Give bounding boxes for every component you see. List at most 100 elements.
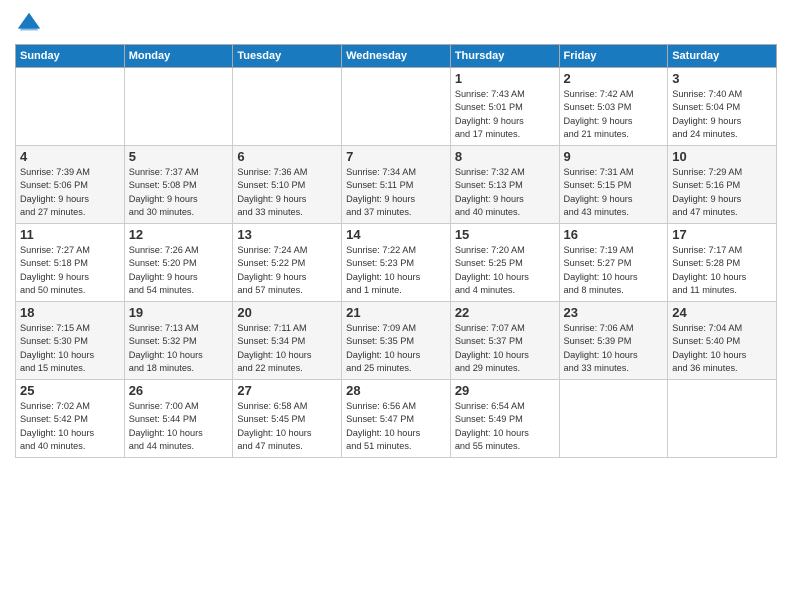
logo-icon bbox=[15, 10, 43, 38]
calendar-cell: 28 Sunrise: 6:56 AM Sunset: 5:47 PM Dayli… bbox=[342, 380, 451, 458]
week-row-5: 25 Sunrise: 7:02 AM Sunset: 5:42 PM Dayli… bbox=[16, 380, 777, 458]
day-number: 10 bbox=[672, 149, 772, 164]
day-info: Sunrise: 7:13 AM Sunset: 5:32 PM Dayligh… bbox=[129, 322, 229, 375]
week-row-2: 4 Sunrise: 7:39 AM Sunset: 5:06 PM Daylig… bbox=[16, 146, 777, 224]
day-number: 6 bbox=[237, 149, 337, 164]
day-number: 12 bbox=[129, 227, 229, 242]
calendar-cell: 26 Sunrise: 7:00 AM Sunset: 5:44 PM Dayli… bbox=[124, 380, 233, 458]
day-info: Sunrise: 7:04 AM Sunset: 5:40 PM Dayligh… bbox=[672, 322, 772, 375]
day-info: Sunrise: 7:40 AM Sunset: 5:04 PM Dayligh… bbox=[672, 88, 772, 141]
calendar-cell: 24 Sunrise: 7:04 AM Sunset: 5:40 PM Dayli… bbox=[668, 302, 777, 380]
day-number: 18 bbox=[20, 305, 120, 320]
calendar-cell: 23 Sunrise: 7:06 AM Sunset: 5:39 PM Dayli… bbox=[559, 302, 668, 380]
day-number: 13 bbox=[237, 227, 337, 242]
day-info: Sunrise: 6:56 AM Sunset: 5:47 PM Dayligh… bbox=[346, 400, 446, 453]
day-number: 22 bbox=[455, 305, 555, 320]
calendar-cell: 7 Sunrise: 7:34 AM Sunset: 5:11 PM Daylig… bbox=[342, 146, 451, 224]
calendar-cell: 5Sunrise: 7:37 AM Sunset: 5:08 PM Daylig… bbox=[124, 146, 233, 224]
calendar-cell: 17 Sunrise: 7:17 AM Sunset: 5:28 PM Dayli… bbox=[668, 224, 777, 302]
calendar-cell: 8Sunrise: 7:32 AM Sunset: 5:13 PM Daylig… bbox=[450, 146, 559, 224]
logo bbox=[15, 10, 47, 38]
day-info: Sunrise: 6:58 AM Sunset: 5:45 PM Dayligh… bbox=[237, 400, 337, 453]
day-number: 16 bbox=[564, 227, 664, 242]
day-number: 11 bbox=[20, 227, 120, 242]
day-info: Sunrise: 7:31 AM Sunset: 5:15 PM Dayligh… bbox=[564, 166, 664, 219]
day-number: 19 bbox=[129, 305, 229, 320]
day-header-friday: Friday bbox=[559, 45, 668, 68]
day-number: 4 bbox=[20, 149, 120, 164]
day-info: Sunrise: 7:11 AM Sunset: 5:34 PM Dayligh… bbox=[237, 322, 337, 375]
day-info: Sunrise: 6:54 AM Sunset: 5:49 PM Dayligh… bbox=[455, 400, 555, 453]
day-number: 21 bbox=[346, 305, 446, 320]
calendar-cell: 18 Sunrise: 7:15 AM Sunset: 5:30 PM Dayli… bbox=[16, 302, 125, 380]
day-info: Sunrise: 7:06 AM Sunset: 5:39 PM Dayligh… bbox=[564, 322, 664, 375]
day-number: 5 bbox=[129, 149, 229, 164]
day-info: Sunrise: 7:29 AM Sunset: 5:16 PM Dayligh… bbox=[672, 166, 772, 219]
day-info: Sunrise: 7:00 AM Sunset: 5:44 PM Dayligh… bbox=[129, 400, 229, 453]
calendar-cell: 22Sunrise: 7:07 AM Sunset: 5:37 PM Dayli… bbox=[450, 302, 559, 380]
day-number: 23 bbox=[564, 305, 664, 320]
day-info: Sunrise: 7:22 AM Sunset: 5:23 PM Dayligh… bbox=[346, 244, 446, 297]
calendar-cell bbox=[559, 380, 668, 458]
day-number: 14 bbox=[346, 227, 446, 242]
calendar-table: SundayMondayTuesdayWednesdayThursdayFrid… bbox=[15, 44, 777, 458]
day-info: Sunrise: 7:02 AM Sunset: 5:42 PM Dayligh… bbox=[20, 400, 120, 453]
calendar-cell: 21 Sunrise: 7:09 AM Sunset: 5:35 PM Dayli… bbox=[342, 302, 451, 380]
calendar-cell: 6 Sunrise: 7:36 AM Sunset: 5:10 PM Daylig… bbox=[233, 146, 342, 224]
day-number: 7 bbox=[346, 149, 446, 164]
day-header-monday: Monday bbox=[124, 45, 233, 68]
header-row: SundayMondayTuesdayWednesdayThursdayFrid… bbox=[16, 45, 777, 68]
calendar-cell: 1Sunrise: 7:43 AM Sunset: 5:01 PM Daylig… bbox=[450, 68, 559, 146]
day-info: Sunrise: 7:43 AM Sunset: 5:01 PM Dayligh… bbox=[455, 88, 555, 141]
day-info: Sunrise: 7:19 AM Sunset: 5:27 PM Dayligh… bbox=[564, 244, 664, 297]
day-header-thursday: Thursday bbox=[450, 45, 559, 68]
day-number: 24 bbox=[672, 305, 772, 320]
calendar-cell: 9 Sunrise: 7:31 AM Sunset: 5:15 PM Daylig… bbox=[559, 146, 668, 224]
day-info: Sunrise: 7:27 AM Sunset: 5:18 PM Dayligh… bbox=[20, 244, 120, 297]
calendar-cell: 19 Sunrise: 7:13 AM Sunset: 5:32 PM Dayli… bbox=[124, 302, 233, 380]
calendar-cell bbox=[668, 380, 777, 458]
day-info: Sunrise: 7:32 AM Sunset: 5:13 PM Dayligh… bbox=[455, 166, 555, 219]
day-info: Sunrise: 7:42 AM Sunset: 5:03 PM Dayligh… bbox=[564, 88, 664, 141]
day-header-tuesday: Tuesday bbox=[233, 45, 342, 68]
day-info: Sunrise: 7:39 AM Sunset: 5:06 PM Dayligh… bbox=[20, 166, 120, 219]
day-number: 26 bbox=[129, 383, 229, 398]
calendar-cell bbox=[233, 68, 342, 146]
calendar-cell: 3 Sunrise: 7:40 AM Sunset: 5:04 PM Daylig… bbox=[668, 68, 777, 146]
day-number: 3 bbox=[672, 71, 772, 86]
calendar-cell: 10 Sunrise: 7:29 AM Sunset: 5:16 PM Dayli… bbox=[668, 146, 777, 224]
day-number: 27 bbox=[237, 383, 337, 398]
day-number: 15 bbox=[455, 227, 555, 242]
day-info: Sunrise: 7:34 AM Sunset: 5:11 PM Dayligh… bbox=[346, 166, 446, 219]
day-header-saturday: Saturday bbox=[668, 45, 777, 68]
day-info: Sunrise: 7:20 AM Sunset: 5:25 PM Dayligh… bbox=[455, 244, 555, 297]
day-info: Sunrise: 7:09 AM Sunset: 5:35 PM Dayligh… bbox=[346, 322, 446, 375]
page-container: SundayMondayTuesdayWednesdayThursdayFrid… bbox=[0, 0, 792, 466]
day-info: Sunrise: 7:24 AM Sunset: 5:22 PM Dayligh… bbox=[237, 244, 337, 297]
calendar-cell: 20 Sunrise: 7:11 AM Sunset: 5:34 PM Dayli… bbox=[233, 302, 342, 380]
day-number: 25 bbox=[20, 383, 120, 398]
day-number: 9 bbox=[564, 149, 664, 164]
calendar-cell bbox=[342, 68, 451, 146]
calendar-cell bbox=[16, 68, 125, 146]
calendar-cell bbox=[124, 68, 233, 146]
day-info: Sunrise: 7:36 AM Sunset: 5:10 PM Dayligh… bbox=[237, 166, 337, 219]
week-row-1: 1Sunrise: 7:43 AM Sunset: 5:01 PM Daylig… bbox=[16, 68, 777, 146]
day-info: Sunrise: 7:17 AM Sunset: 5:28 PM Dayligh… bbox=[672, 244, 772, 297]
calendar-cell: 25 Sunrise: 7:02 AM Sunset: 5:42 PM Dayli… bbox=[16, 380, 125, 458]
day-number: 17 bbox=[672, 227, 772, 242]
day-header-wednesday: Wednesday bbox=[342, 45, 451, 68]
calendar-cell: 4 Sunrise: 7:39 AM Sunset: 5:06 PM Daylig… bbox=[16, 146, 125, 224]
calendar-cell: 13 Sunrise: 7:24 AM Sunset: 5:22 PM Dayli… bbox=[233, 224, 342, 302]
calendar-cell: 16 Sunrise: 7:19 AM Sunset: 5:27 PM Dayli… bbox=[559, 224, 668, 302]
day-number: 2 bbox=[564, 71, 664, 86]
day-info: Sunrise: 7:15 AM Sunset: 5:30 PM Dayligh… bbox=[20, 322, 120, 375]
day-number: 20 bbox=[237, 305, 337, 320]
calendar-cell: 27 Sunrise: 6:58 AM Sunset: 5:45 PM Dayli… bbox=[233, 380, 342, 458]
day-number: 28 bbox=[346, 383, 446, 398]
calendar-cell: 15 Sunrise: 7:20 AM Sunset: 5:25 PM Dayli… bbox=[450, 224, 559, 302]
calendar-cell: 14 Sunrise: 7:22 AM Sunset: 5:23 PM Dayli… bbox=[342, 224, 451, 302]
header bbox=[15, 10, 777, 38]
week-row-4: 18 Sunrise: 7:15 AM Sunset: 5:30 PM Dayli… bbox=[16, 302, 777, 380]
calendar-cell: 11 Sunrise: 7:27 AM Sunset: 5:18 PM Dayli… bbox=[16, 224, 125, 302]
